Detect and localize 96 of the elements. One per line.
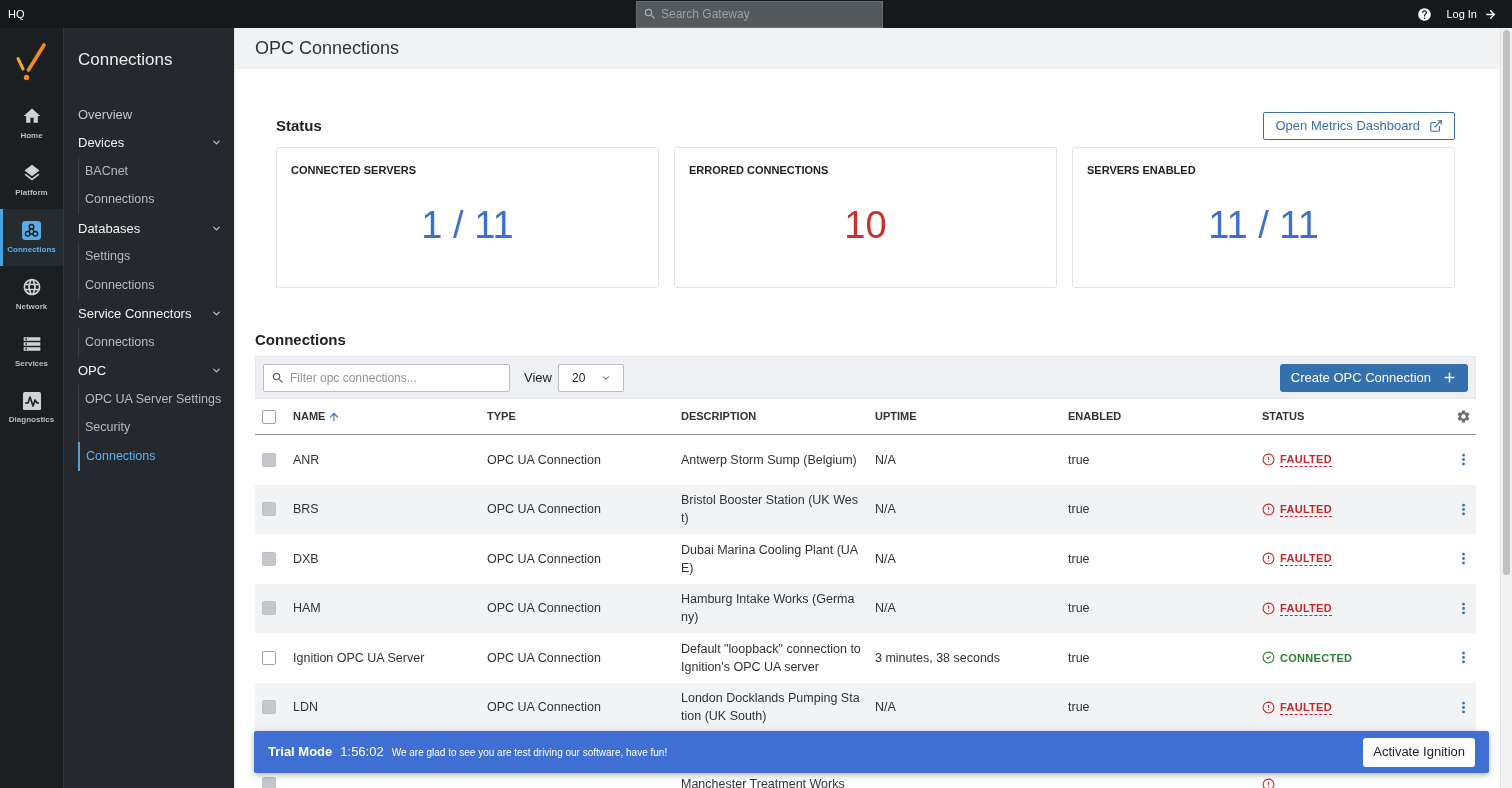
table-cell-text: true [1068, 501, 1091, 519]
sidebar-item[interactable]: Connections [79, 328, 222, 357]
card-label: CONNECTED SERVERS [290, 163, 418, 177]
create-connection-button[interactable]: Create OPC Connection [1279, 363, 1468, 392]
external-link-icon [1429, 119, 1443, 133]
column-header[interactable]: STATUS [1262, 408, 1305, 425]
section-title: Status [276, 115, 322, 136]
sidebar-item[interactable]: Connections [78, 442, 222, 471]
card-value: 10 [844, 203, 887, 247]
sort-up-icon [328, 410, 341, 423]
sidebar-item[interactable]: Settings [79, 242, 222, 271]
status-text: FAULTED [1280, 551, 1332, 567]
plus-icon [1442, 370, 1457, 385]
sidebar-item[interactable]: Security [79, 413, 222, 442]
status-text: CONNECTED [1280, 650, 1353, 665]
scrollbar-thumb[interactable] [1503, 30, 1510, 575]
settings-icon[interactable] [1455, 409, 1471, 424]
column-header[interactable]: NAME [293, 408, 341, 425]
sidebar-item[interactable]: OPC UA Server Settings [79, 385, 222, 414]
search-icon [271, 370, 285, 385]
search-icon [643, 7, 657, 21]
table-cell-text: Default "loopback" connection to Ignition's OPC UA server [681, 640, 861, 676]
search-field[interactable]: Search Gateway [636, 0, 883, 28]
table-cell-text: OPC UA Connection [487, 501, 602, 519]
column-header[interactable]: TYPE [487, 408, 516, 425]
help-icon[interactable] [1417, 6, 1433, 22]
table-cell-text: OPC UA Connection [487, 451, 602, 469]
rail-nav-item[interactable]: Home [0, 95, 63, 152]
filter-field[interactable]: Filter opc connections... [263, 363, 510, 392]
table-cell-text: OPC UA Connection [487, 550, 602, 568]
column-header[interactable]: ENABLED [1068, 408, 1122, 425]
login-button[interactable]: Log In [1446, 5, 1497, 23]
checkbox[interactable] [262, 409, 276, 424]
table-cell-text: OPC UA Connection [487, 699, 602, 717]
metrics-dashboard-button[interactable]: Open Metrics Dashboard [1263, 112, 1455, 140]
table-cell-text: HAM [293, 600, 322, 618]
sidebar-group[interactable]: OPC [78, 356, 222, 385]
rail-nav-item[interactable]: Platform [0, 152, 63, 209]
table-cell-text: Antwerp Storm Sump (Belgium) [681, 451, 858, 469]
status-text: FAULTED [1280, 452, 1332, 468]
table-cell-text: N/A [875, 550, 897, 568]
view-select[interactable]: 20 [557, 363, 624, 392]
table-cell-text: N/A [875, 699, 897, 717]
table-cell-text: N/A [875, 451, 897, 469]
rail-nav-item[interactable]: Services [0, 323, 63, 380]
table-cell-text: N/A [875, 501, 897, 519]
table-cell-text: OPC UA Connection [487, 600, 602, 618]
table-cell-text: London Docklands Pumping Station (UK South) [681, 690, 861, 726]
table-cell-text: true [1068, 600, 1091, 618]
logo-icon [16, 42, 47, 81]
status-text: FAULTED [1280, 600, 1332, 616]
sidebar-item[interactable]: BACnet [79, 157, 222, 186]
card-label: ERRORED CONNECTIONS [688, 163, 830, 177]
column-header[interactable]: DESCRIPTION [681, 408, 757, 425]
status-text: FAULTED [1280, 699, 1332, 715]
sidebar-group[interactable]: Service Connectors [78, 299, 222, 328]
checkbox[interactable] [262, 650, 276, 665]
table-cell-text: Hamburg Intake Works (Germany) [681, 591, 856, 627]
trial-mode-label: Trial Mode [268, 743, 333, 762]
table-cell-text: Dubai Marina Cooling Plant (UAE) [681, 541, 860, 577]
column-header[interactable]: UPTIME [875, 408, 917, 425]
table-cell-text: OPC UA Connection [487, 649, 602, 667]
view-label: View [524, 368, 552, 387]
sidebar-item[interactable]: Connections [79, 185, 222, 214]
table-cell-text: BRS [293, 501, 320, 519]
table-cell-text: Bristol Booster Station (UK West) [681, 492, 859, 528]
table-cell-text: N/A [875, 600, 897, 618]
table-cell-text: true [1068, 451, 1091, 469]
activate-button[interactable]: Activate Ignition [1363, 737, 1475, 767]
trial-message: We are glad to see you are test driving our software, have fun! [391, 745, 668, 760]
arrow-right-icon [1484, 7, 1497, 21]
card-value: 11 / 11 [1208, 203, 1319, 247]
status-text: FAULTED [1280, 501, 1332, 517]
table-cell-text: true [1068, 649, 1091, 667]
trial-timer: 1:56:02 [340, 743, 384, 762]
page-title: OPC Connections [255, 37, 400, 60]
rail-nav-item[interactable]: Network [0, 266, 63, 323]
card-value: 1 / 11 [421, 203, 514, 247]
table-cell-text: 3 minutes, 38 seconds [875, 649, 1002, 667]
card-label: SERVERS ENABLED [1086, 163, 1197, 177]
sidebar-item[interactable]: Overview [78, 100, 222, 129]
sidebar-group[interactable]: Devices [78, 128, 222, 157]
rail-nav-item[interactable]: Connections [0, 209, 63, 266]
table-cell-text: Manchester Treatment Works [681, 776, 846, 788]
table-cell-text: true [1068, 550, 1091, 568]
table-cell-text: Ignition OPC UA Server [293, 649, 426, 667]
table-cell-text: ANR [293, 451, 321, 469]
sidebar-title: Connections [78, 49, 174, 71]
gateway-name: HQ [7, 6, 26, 22]
sidebar-group[interactable]: Databases [78, 214, 222, 243]
rail-nav-item[interactable]: Diagnostics [0, 380, 63, 437]
table-cell-text: LDN [293, 699, 319, 717]
sidebar-item[interactable]: Connections [79, 271, 222, 300]
table-cell-text: DXB [293, 550, 320, 568]
section-title: Connections [255, 330, 347, 350]
table-cell-text: true [1068, 699, 1091, 717]
